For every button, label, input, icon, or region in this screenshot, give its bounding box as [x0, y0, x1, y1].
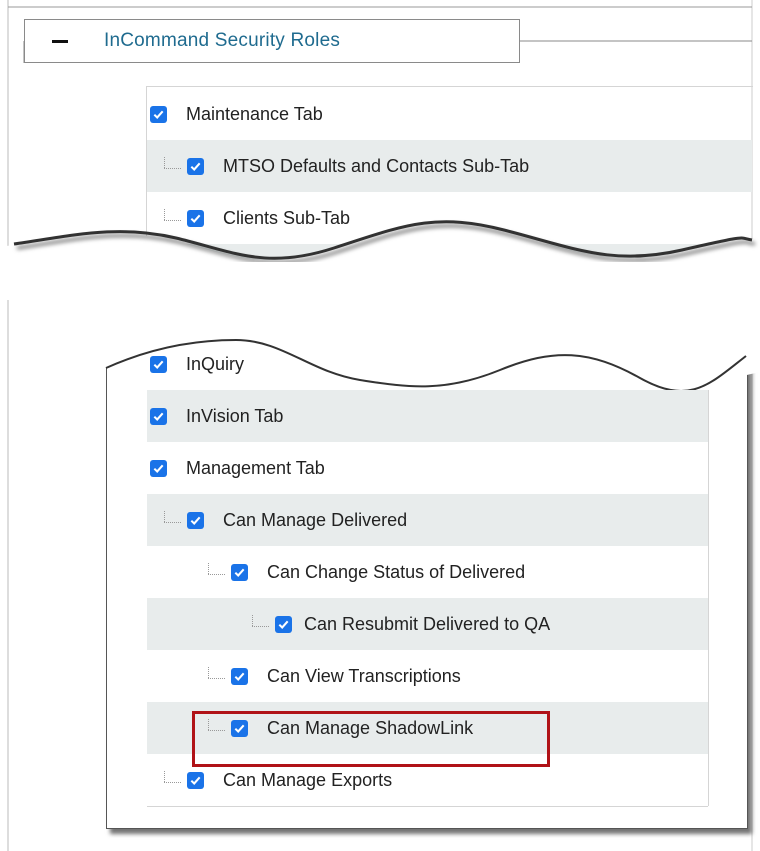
tree-row-can-view-transcriptions[interactable]: Can View Transcriptions — [147, 650, 708, 702]
tree-row-can-resubmit[interactable]: Can Resubmit Delivered to QA — [147, 598, 708, 650]
row-label: Can Manage Exports — [223, 769, 393, 790]
checkbox[interactable] — [231, 563, 248, 581]
checkbox[interactable] — [150, 355, 167, 373]
tree-connector — [161, 511, 183, 527]
section-header[interactable]: InCommand Security Roles — [24, 19, 520, 63]
tree-connector — [205, 563, 227, 579]
checkbox[interactable] — [187, 771, 204, 789]
minus-icon[interactable] — [52, 39, 68, 43]
tree-connector — [249, 615, 271, 631]
tree-row-invision-tab[interactable]: InVision Tab — [147, 390, 708, 442]
checkbox[interactable] — [231, 667, 248, 685]
row-label: Can View Transcriptions — [267, 665, 461, 686]
tree-connector — [161, 209, 183, 225]
tree-connector — [205, 667, 227, 683]
checkbox[interactable] — [187, 511, 204, 529]
tree-bottom-border — [147, 806, 708, 807]
row-label: Clients Sub-Tab — [223, 207, 351, 228]
checkbox — [207, 257, 224, 275]
checkbox[interactable] — [187, 209, 204, 227]
tree-connector — [161, 771, 183, 787]
checkbox[interactable] — [150, 407, 167, 425]
tree-row-mtso-defaults[interactable]: MTSO Defaults and Contacts Sub-Tab — [147, 140, 752, 192]
checkbox[interactable] — [187, 157, 204, 175]
highlight-box — [192, 711, 550, 767]
row-label: Can Resubmit Delivered to QA — [304, 613, 551, 634]
tree-row-clients-sub-tab[interactable]: Clients Sub-Tab — [147, 192, 752, 244]
row-label: Maintenance Tab — [186, 103, 323, 124]
row-label: Can Manage Delivered — [223, 509, 408, 530]
tree-row-can-change-status[interactable]: Can Change Status of Delivered — [147, 546, 708, 598]
row-label: Can Change Status of Delivered — [267, 561, 526, 582]
row-label: InQuiry — [186, 353, 245, 374]
tree-right-border — [708, 390, 709, 806]
checkbox[interactable] — [150, 105, 167, 123]
tree-row-partial — [147, 244, 752, 275]
tree-row-maintenance-tab[interactable]: Maintenance Tab — [147, 88, 752, 140]
tree-row-management-tab[interactable]: Management Tab — [147, 442, 708, 494]
checkbox[interactable] — [275, 615, 292, 633]
tree-connector — [161, 157, 183, 173]
row-label: MTSO Defaults and Contacts Sub-Tab — [223, 155, 530, 176]
tree-row-can-manage-delivered[interactable]: Can Manage Delivered — [147, 494, 708, 546]
tree-row-inquiry[interactable]: InQuiry — [147, 338, 708, 390]
checkbox[interactable] — [150, 459, 167, 477]
row-label: InVision Tab — [186, 405, 284, 426]
row-label: Management Tab — [186, 457, 325, 478]
section-title: InCommand Security Roles — [104, 30, 341, 51]
